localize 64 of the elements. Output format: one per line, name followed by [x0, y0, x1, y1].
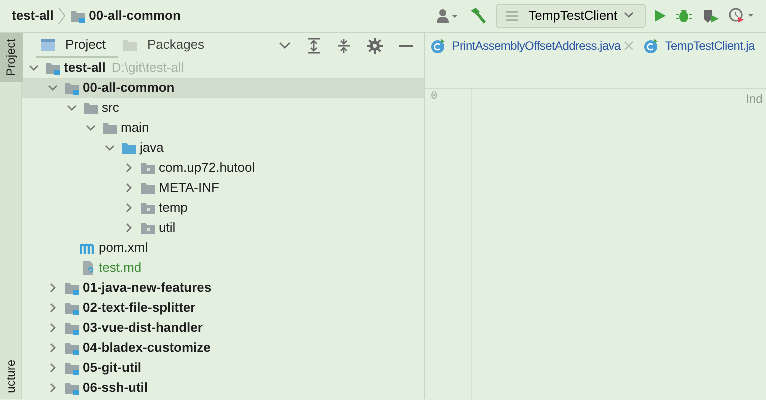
tree-row[interactable]: java: [22, 138, 424, 158]
tree-row[interactable]: 02-text-file-splitter: [22, 298, 424, 318]
clock-run-icon[interactable]: [729, 8, 755, 24]
panel-tab[interactable]: Project: [36, 32, 118, 58]
tree-row[interactable]: 04-bladex-customize: [22, 338, 424, 358]
breadcrumb-item[interactable]: test-all: [12, 6, 54, 26]
folder-icon: [102, 120, 118, 136]
breadcrumb-item[interactable]: 00-all-common: [89, 6, 181, 26]
module-folder-icon: [64, 320, 80, 336]
tree-row[interactable]: 06-ssh-util: [22, 378, 424, 398]
chevron-down-icon[interactable]: [279, 40, 291, 50]
path-hint: D:\git\test-all: [112, 59, 184, 78]
user-icon[interactable]: [437, 8, 460, 24]
file-icon: [505, 9, 520, 23]
folder-icon: [83, 100, 99, 116]
module-folder-icon: [64, 340, 80, 356]
unknown-file-icon: [80, 260, 96, 276]
bug-icon[interactable]: [676, 8, 692, 24]
minimize-icon[interactable]: [399, 44, 413, 48]
run-icon[interactable]: [652, 8, 666, 24]
tree-row[interactable]: pom.xml: [22, 238, 424, 258]
module-folder-icon: [70, 8, 86, 24]
tree-row[interactable]: test-all D:\git\test-all: [22, 58, 424, 78]
folder-icon: [140, 180, 156, 196]
breadcrumb-separator-icon: [57, 7, 68, 25]
tree-row[interactable]: 00-all-common: [22, 78, 424, 98]
source-folder-icon: [121, 140, 137, 156]
package-folder-icon: [140, 160, 156, 176]
tree-row[interactable]: test.md: [22, 258, 424, 278]
package-folder-icon: [140, 220, 156, 236]
expand-all-icon[interactable]: [307, 38, 321, 54]
tree-row[interactable]: 01-java-new-features: [22, 278, 424, 298]
tree-row[interactable]: com.up72.hutool: [22, 158, 424, 178]
window-icon: [40, 38, 56, 52]
collapse-all-icon[interactable]: [337, 38, 351, 54]
caret-icon: [624, 12, 634, 20]
editor-tab[interactable]: TempTestClient.ja: [640, 36, 758, 54]
shield-run-icon[interactable]: [702, 8, 720, 24]
settings-icon[interactable]: [367, 38, 383, 54]
status-text: Ind: [746, 92, 763, 106]
module-folder-icon: [64, 360, 80, 376]
module-folder-icon: [64, 280, 80, 296]
tree-row[interactable]: util: [22, 218, 424, 238]
module-folder-icon: [64, 380, 80, 396]
tree-row[interactable]: 03-vue-dist-handler: [22, 318, 424, 338]
side-tab[interactable]: Project: [0, 33, 22, 82]
package-folder-icon: [140, 200, 156, 216]
editor-tab[interactable]: PrintAssemblyOffsetAddress.java: [427, 36, 640, 54]
class-icon: [430, 38, 446, 54]
tree-row[interactable]: 05-git-util: [22, 358, 424, 378]
side-tab[interactable]: ucture: [0, 354, 22, 399]
panel-tab[interactable]: Packages: [118, 32, 217, 58]
module-folder-icon: [64, 300, 80, 316]
tree-row[interactable]: main: [22, 118, 424, 138]
tree-row[interactable]: src: [22, 98, 424, 118]
hammer-icon[interactable]: [468, 7, 487, 25]
class-icon: [643, 38, 660, 54]
module-folder-icon: [45, 60, 61, 76]
line-number: 0: [431, 91, 438, 103]
tree-row[interactable]: temp: [22, 198, 424, 218]
tree-row[interactable]: META-INF: [22, 178, 424, 198]
folder-icon: [122, 38, 138, 52]
module-folder-icon: [64, 80, 80, 96]
run-config-dropdown[interactable]: TempTestClient: [496, 4, 646, 28]
